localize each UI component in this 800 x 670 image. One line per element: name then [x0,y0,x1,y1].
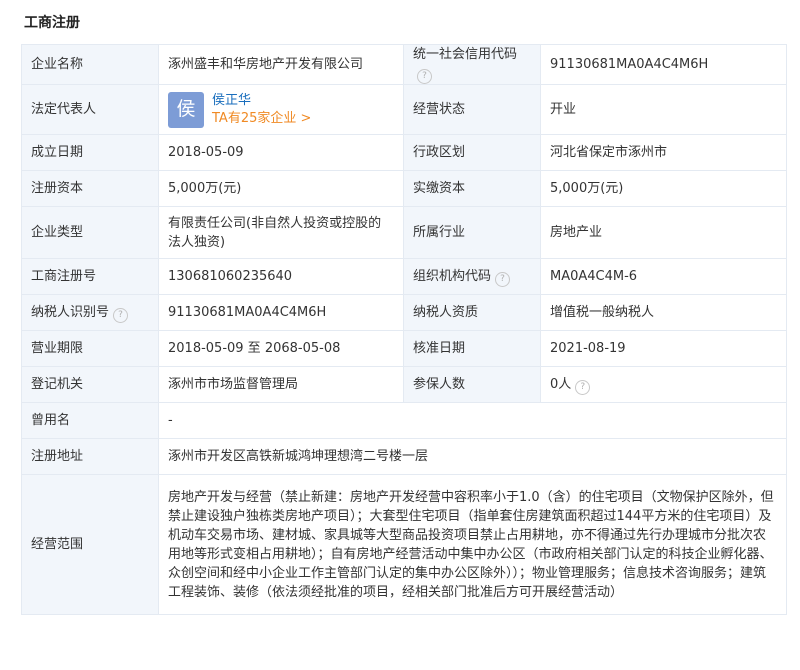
taxpayer-id-label: 纳税人识别号 [31,304,110,320]
legal-rep-companies-link[interactable]: TA有25家企业 > [212,110,311,128]
business-registration-table: 企业名称 涿州盛丰和华房地产开发有限公司 统一社会信用代码? 91130681M… [21,44,787,615]
reg-number-label: 工商注册号 [21,258,159,295]
reg-number-value: 130681060235640 [158,258,404,295]
scope-label: 经营范围 [21,474,159,615]
table-row: 工商注册号 130681060235640 组织机构代码? MA0A4C4M-6 [21,258,787,295]
industry-value: 房地产业 [540,206,787,259]
company-name-label: 企业名称 [21,44,159,85]
registered-capital-label: 注册资本 [21,170,159,207]
table-row: 法定代表人 侯 侯正华 TA有25家企业 > 经营状态 开业 [21,84,787,135]
industry-label: 所属行业 [403,206,541,259]
org-code-label-cell: 组织机构代码? [403,258,541,295]
legal-rep-name-link[interactable]: 侯正华 [212,92,311,110]
company-type-value: 有限责任公司(非自然人投资或控股的法人独资) [158,206,404,259]
table-row: 纳税人识别号? 91130681MA0A4C4M6H 纳税人资质 增值税一般纳税… [21,294,787,331]
former-name-value: - [158,402,787,439]
region-label: 行政区划 [403,134,541,171]
address-label: 注册地址 [21,438,159,475]
credit-code-label-cell: 统一社会信用代码? [403,44,541,85]
paid-capital-value: 5,000万(元) [540,170,787,207]
status-label: 经营状态 [403,84,541,135]
company-type-label: 企业类型 [21,206,159,259]
business-term-label: 营业期限 [21,330,159,367]
business-term-value: 2018-05-09 至 2068-05-08 [158,330,404,367]
legal-rep-cell: 侯 侯正华 TA有25家企业 > [158,84,404,135]
approval-date-label: 核准日期 [403,330,541,367]
status-value: 开业 [540,84,787,135]
table-row: 注册地址 涿州市开发区高铁新城鸿坤理想湾二号楼一层 [21,438,787,475]
org-code-label: 组织机构代码 [413,268,492,284]
avatar: 侯 [168,91,204,128]
table-row: 营业期限 2018-05-09 至 2068-05-08 核准日期 2021-0… [21,330,787,367]
table-row: 登记机关 涿州市市场监督管理局 参保人数 0人? [21,366,787,403]
registered-capital-value: 5,000万(元) [158,170,404,207]
established-value: 2018-05-09 [158,134,404,171]
credit-code-value: 91130681MA0A4C4M6H [540,44,787,85]
org-code-value: MA0A4C4M-6 [540,258,787,295]
table-row: 企业类型 有限责任公司(非自然人投资或控股的法人独资) 所属行业 房地产业 [21,206,787,259]
former-name-label: 曾用名 [21,402,159,439]
table-row: 注册资本 5,000万(元) 实缴资本 5,000万(元) [21,170,787,207]
region-value: 河北省保定市涿州市 [540,134,787,171]
legal-rep-info: 侯正华 TA有25家企业 > [212,92,311,128]
company-name-value: 涿州盛丰和华房地产开发有限公司 [158,44,404,85]
authority-label: 登记机关 [21,366,159,403]
help-icon[interactable]: ? [113,307,129,323]
legal-rep-label: 法定代表人 [21,84,159,135]
help-icon[interactable]: ? [417,69,432,84]
address-value: 涿州市开发区高铁新城鸿坤理想湾二号楼一层 [158,438,787,475]
help-icon[interactable]: ? [575,379,591,395]
table-row: 成立日期 2018-05-09 行政区划 河北省保定市涿州市 [21,134,787,171]
approval-date-value: 2021-08-19 [540,330,787,367]
help-icon[interactable]: ? [495,271,511,287]
insured-value: 0人 [550,376,572,392]
taxpayer-id-label-cell: 纳税人识别号? [21,294,159,331]
established-label: 成立日期 [21,134,159,171]
taxpayer-id-value: 91130681MA0A4C4M6H [158,294,404,331]
scope-value: 房地产开发与经营（禁止新建：房地产开发经营中容积率小于1.0（含）的住宅项目（文… [158,474,787,615]
insured-label: 参保人数 [403,366,541,403]
table-row: 企业名称 涿州盛丰和华房地产开发有限公司 统一社会信用代码? 91130681M… [21,44,787,85]
credit-code-label: 统一社会信用代码 [413,47,518,62]
table-row: 经营范围 房地产开发与经营（禁止新建：房地产开发经营中容积率小于1.0（含）的住… [21,474,787,615]
section-title: 工商注册 [24,15,80,31]
authority-value: 涿州市市场监督管理局 [158,366,404,403]
taxpayer-quality-value: 增值税一般纳税人 [540,294,787,331]
insured-value-cell: 0人? [540,366,787,403]
paid-capital-label: 实缴资本 [403,170,541,207]
table-row: 曾用名 - [21,402,787,439]
taxpayer-quality-label: 纳税人资质 [403,294,541,331]
legal-rep: 侯 侯正华 TA有25家企业 > [168,91,394,128]
